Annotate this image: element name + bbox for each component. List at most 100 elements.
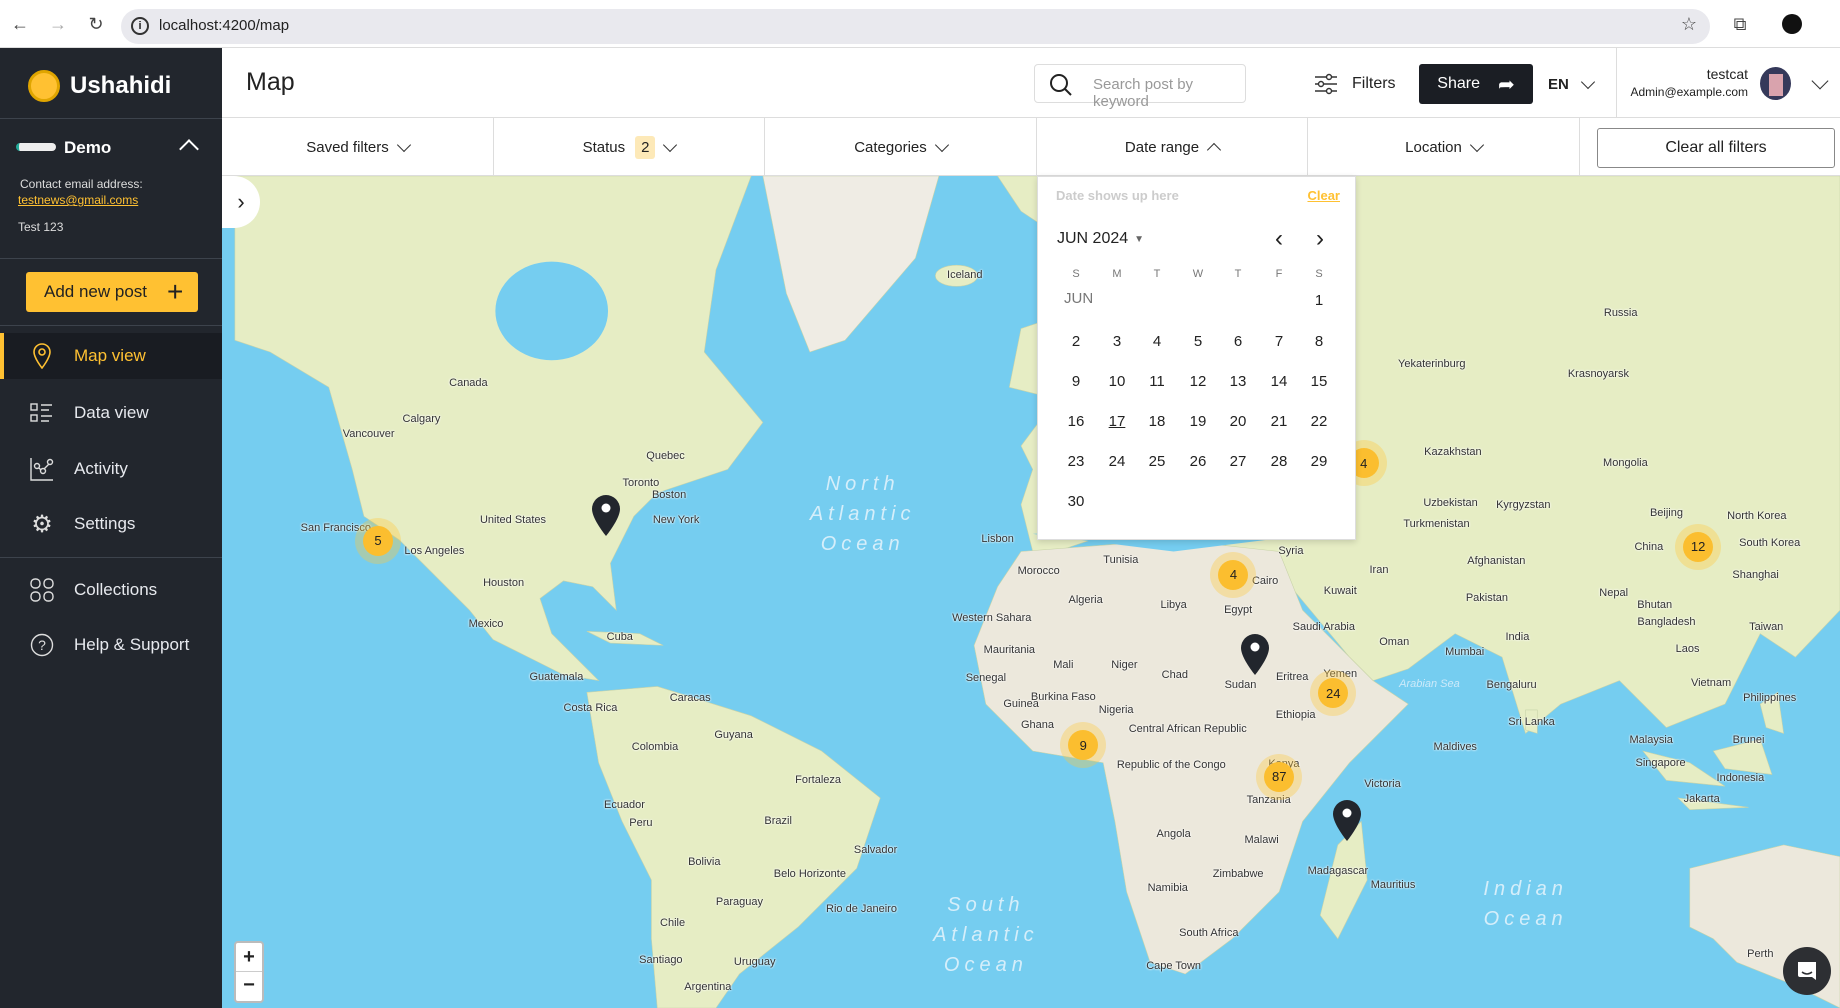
cluster-count: 5 xyxy=(363,525,394,556)
calendar-day[interactable]: 5 xyxy=(1180,327,1216,357)
map-label: Ecuador xyxy=(603,798,645,811)
calendar-day[interactable]: 3 xyxy=(1099,327,1135,357)
profile-icon[interactable] xyxy=(1782,14,1802,34)
filters-button[interactable]: Filters xyxy=(1314,64,1396,103)
calendar-day[interactable]: 26 xyxy=(1180,447,1216,477)
user-menu[interactable]: testcat Admin@example.com xyxy=(1630,66,1748,99)
calendar-day[interactable]: 16 xyxy=(1058,407,1094,437)
language-select[interactable]: EN xyxy=(1548,64,1595,104)
marker-cluster[interactable]: 9 xyxy=(1060,722,1107,769)
sidebar-item-data-view[interactable]: Data view xyxy=(0,390,222,436)
map-label: Oman xyxy=(1379,635,1410,648)
calendar-day[interactable]: 7 xyxy=(1261,327,1297,357)
categories-dropdown[interactable]: Categories xyxy=(765,118,1037,176)
calendar-day[interactable]: 15 xyxy=(1301,367,1337,397)
reload-icon[interactable]: ↻ xyxy=(84,12,108,36)
bookmark-star-icon[interactable]: ☆ xyxy=(1677,12,1701,36)
marker-cluster[interactable]: 87 xyxy=(1256,753,1303,800)
marker-cluster[interactable]: 5 xyxy=(355,517,402,564)
calendar-day[interactable]: 22 xyxy=(1301,407,1337,437)
zoom-out-button[interactable]: − xyxy=(236,972,262,1001)
calendar-day[interactable]: 21 xyxy=(1261,407,1297,437)
calendar-day[interactable]: 9 xyxy=(1058,367,1094,397)
previous-month-button[interactable]: ‹ xyxy=(1275,225,1283,253)
status-dropdown[interactable]: Status 2 xyxy=(494,118,765,176)
chat-button[interactable] xyxy=(1783,947,1831,995)
avatar[interactable] xyxy=(1760,67,1791,100)
back-icon[interactable]: ← xyxy=(8,12,32,36)
calendar-day[interactable]: 20 xyxy=(1220,407,1256,437)
map-pin-marker[interactable] xyxy=(1332,800,1362,847)
zoom-in-button[interactable]: + xyxy=(236,943,262,972)
map-label: Victoria xyxy=(1364,777,1401,790)
map-label: Western Sahara xyxy=(952,612,1032,625)
map-label: Caracas xyxy=(669,692,711,705)
marker-cluster[interactable]: 12 xyxy=(1675,523,1722,570)
clear-date-link[interactable]: Clear xyxy=(1307,188,1340,203)
map-label: Bhutan xyxy=(1637,599,1673,612)
calendar-day[interactable]: 23 xyxy=(1058,447,1094,477)
calendar-day[interactable]: 18 xyxy=(1139,407,1175,437)
cluster-count: 87 xyxy=(1264,761,1295,792)
date-range-dropdown[interactable]: Date range xyxy=(1037,118,1308,176)
marker-cluster[interactable]: 4 xyxy=(1210,551,1257,598)
clear-all-filters-button[interactable]: Clear all filters xyxy=(1597,128,1835,168)
calendar-day[interactable]: 13 xyxy=(1220,367,1256,397)
map-label: Saudi Arabia xyxy=(1292,620,1356,633)
sidebar-item-help-support[interactable]: ? Help & Support xyxy=(0,622,222,668)
map-label: Mumbai xyxy=(1445,646,1485,659)
location-label: Location xyxy=(1405,138,1462,156)
forward-icon[interactable]: → xyxy=(46,12,70,36)
calendar-day[interactable]: 29 xyxy=(1301,447,1337,477)
add-new-post-button[interactable]: Add new post + xyxy=(26,272,198,312)
chat-icon xyxy=(1798,962,1816,980)
search-input[interactable]: Search post by keyword xyxy=(1034,64,1246,110)
sidebar-item-collections[interactable]: Collections xyxy=(0,567,222,613)
calendar-day[interactable]: 2 xyxy=(1058,327,1094,357)
calendar-day[interactable]: 19 xyxy=(1180,407,1216,437)
calendar-day[interactable]: 30 xyxy=(1058,487,1094,517)
map[interactable]: Canada Calgary Vancouver United States San F… xyxy=(222,176,1840,1008)
marker-cluster[interactable]: 24 xyxy=(1310,670,1357,717)
saved-filters-dropdown[interactable]: Saved filters xyxy=(222,118,494,176)
sidebar-item-settings[interactable]: ⚙ Settings xyxy=(0,501,222,547)
add-post-label: Add new post xyxy=(44,282,148,301)
site-info-icon[interactable]: i xyxy=(131,17,149,35)
calendar-day[interactable]: 25 xyxy=(1139,447,1175,477)
calendar-day[interactable]: 1 xyxy=(1301,286,1337,316)
user-chevron-down-icon[interactable] xyxy=(1811,72,1829,90)
calendar-day[interactable]: 6 xyxy=(1220,327,1256,357)
calendar-day[interactable]: 27 xyxy=(1220,447,1256,477)
date-input-placeholder[interactable]: Date shows up here xyxy=(1056,188,1179,203)
calendar-day[interactable]: 17 xyxy=(1099,407,1135,437)
calendar-day[interactable]: 4 xyxy=(1139,327,1175,357)
date-range-picker: Date shows up here Clear JUN 2024 ▼ ‹ › S… xyxy=(1037,176,1356,540)
map-pin-marker[interactable] xyxy=(591,495,621,542)
sidebar-item-activity[interactable]: Activity xyxy=(0,446,222,492)
address-bar[interactable]: i localhost:4200/map xyxy=(121,9,1710,44)
next-month-button[interactable]: › xyxy=(1316,225,1324,253)
map-pin-marker[interactable] xyxy=(1240,633,1270,681)
map-label: Bengaluru xyxy=(1486,679,1537,692)
collapse-chevron-icon[interactable] xyxy=(179,139,199,159)
calendar-day[interactable]: 8 xyxy=(1301,327,1337,357)
map-label: United States xyxy=(479,513,547,526)
contact-email-link[interactable]: testnews@gmail.coms xyxy=(18,193,138,207)
map-label: Afghanistan xyxy=(1467,554,1526,567)
map-label: Fortaleza xyxy=(795,774,842,787)
brand-name: Ushahidi xyxy=(70,72,172,99)
sidebar-item-map-view[interactable]: Map view xyxy=(0,333,222,379)
map-label: Boston xyxy=(651,489,687,502)
calendar-day[interactable]: 14 xyxy=(1261,367,1297,397)
calendar-day[interactable]: 28 xyxy=(1261,447,1297,477)
calendar-day[interactable]: 10 xyxy=(1099,367,1135,397)
month-year-select[interactable]: JUN 2024 ▼ xyxy=(1057,230,1144,248)
map-label: Guatemala xyxy=(529,671,584,684)
share-button[interactable]: Share ➦ xyxy=(1419,64,1533,104)
extensions-icon[interactable]: ⧉ xyxy=(1728,12,1752,36)
calendar-day[interactable]: 12 xyxy=(1180,367,1216,397)
calendar-day[interactable]: 24 xyxy=(1099,447,1135,477)
location-dropdown[interactable]: Location xyxy=(1308,118,1580,176)
calendar-day[interactable]: 11 xyxy=(1139,367,1175,397)
map-label: Santiago xyxy=(639,953,683,966)
